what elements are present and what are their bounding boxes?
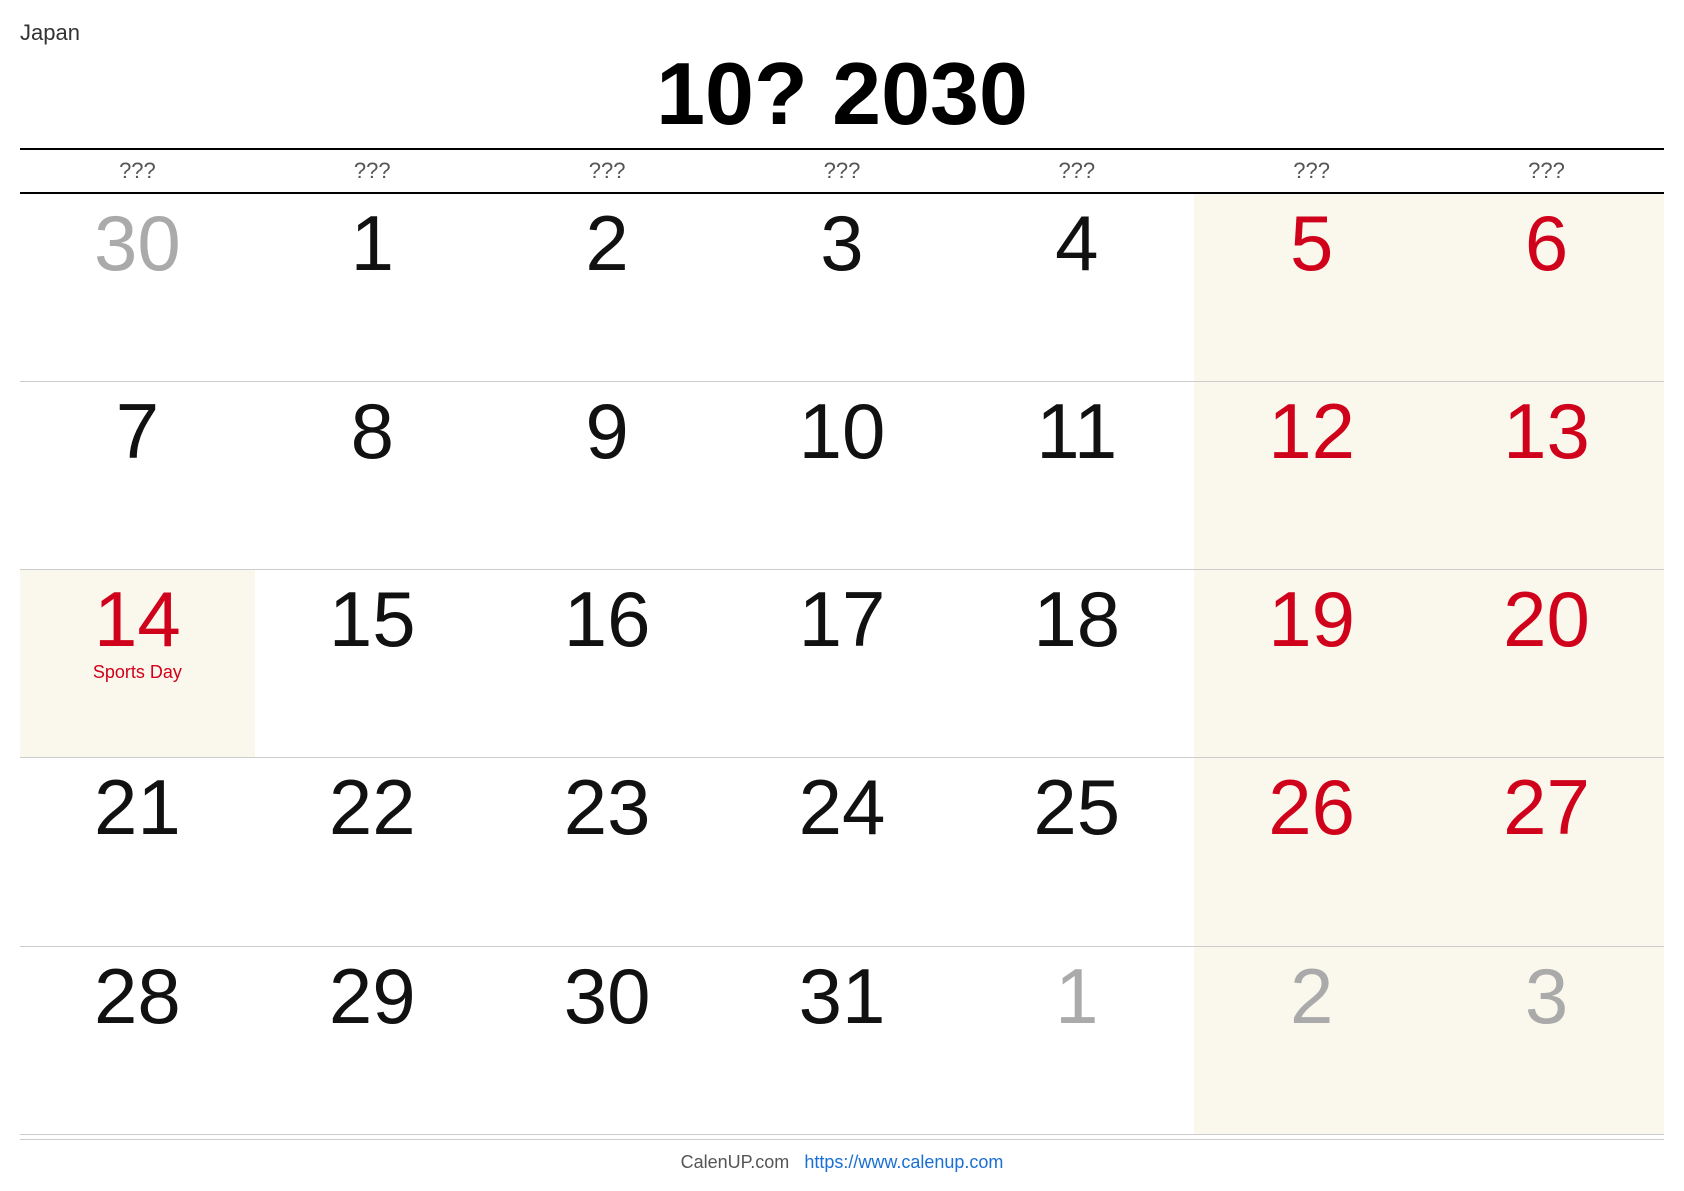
weekday-header-5: ??? xyxy=(1194,149,1429,193)
calendar-cell-w3-d4: 25 xyxy=(959,758,1194,946)
calendar-cell-w4-d5: 2 xyxy=(1194,946,1429,1134)
day-number: 23 xyxy=(495,768,720,846)
calendar-cell-w1-d4: 11 xyxy=(959,381,1194,569)
day-number: 5 xyxy=(1199,204,1424,282)
calendar-cell-w1-d1: 8 xyxy=(255,381,490,569)
day-number: 10 xyxy=(730,392,955,470)
day-number: 14 xyxy=(25,580,250,658)
day-number: 17 xyxy=(730,580,955,658)
day-number: 28 xyxy=(25,957,250,1035)
day-number: 2 xyxy=(1199,957,1424,1035)
site-url[interactable]: https://www.calenup.com xyxy=(804,1152,1003,1172)
day-number: 25 xyxy=(964,768,1189,846)
week-row-2: 14 Sports Day 151617181920 xyxy=(20,570,1664,758)
week-row-0: 30123456 xyxy=(20,193,1664,381)
calendar-cell-w0-d4: 4 xyxy=(959,193,1194,381)
calendar-cell-w0-d1: 1 xyxy=(255,193,490,381)
calendar-cell-w0-d5: 5 xyxy=(1194,193,1429,381)
calendar-page: Japan 10? 2030 ????????????????????? 301… xyxy=(0,0,1684,1191)
calendar-cell-w0-d6: 6 xyxy=(1429,193,1664,381)
calendar-body: 301234567891011121314Sports Day151617181… xyxy=(20,193,1664,1135)
weekday-header-0: ??? xyxy=(20,149,255,193)
day-number: 21 xyxy=(25,768,250,846)
day-number: 30 xyxy=(495,957,720,1035)
calendar-cell-w3-d1: 22 xyxy=(255,758,490,946)
calendar-cell-w1-d6: 13 xyxy=(1429,381,1664,569)
calendar-cell-w3-d2: 23 xyxy=(490,758,725,946)
day-number: 6 xyxy=(1434,204,1659,282)
calendar-cell-w4-d6: 3 xyxy=(1429,946,1664,1134)
calendar-cell-w4-d3: 31 xyxy=(725,946,960,1134)
calendar-cell-w4-d1: 29 xyxy=(255,946,490,1134)
day-number: 11 xyxy=(964,392,1189,470)
calendar-cell-w1-d5: 12 xyxy=(1194,381,1429,569)
day-number: 27 xyxy=(1434,768,1659,846)
calendar-cell-w2-d2: 16 xyxy=(490,570,725,758)
day-number: 3 xyxy=(1434,957,1659,1035)
country-label: Japan xyxy=(20,20,1664,46)
holiday-label: Sports Day xyxy=(25,662,250,683)
day-number: 16 xyxy=(495,580,720,658)
week-row-4: 28293031123 xyxy=(20,946,1664,1134)
month-title: 10? 2030 xyxy=(20,50,1664,138)
calendar-cell-w3-d0: 21 xyxy=(20,758,255,946)
calendar-table: ????????????????????? 301234567891011121… xyxy=(20,148,1664,1135)
calendar-cell-w3-d3: 24 xyxy=(725,758,960,946)
calendar-cell-w4-d2: 30 xyxy=(490,946,725,1134)
calendar-cell-w4-d0: 28 xyxy=(20,946,255,1134)
site-name: CalenUP.com xyxy=(681,1152,790,1172)
calendar-cell-w2-d0: 14 Sports Day xyxy=(20,570,255,758)
weekday-header-4: ??? xyxy=(959,149,1194,193)
calendar-cell-w4-d4: 1 xyxy=(959,946,1194,1134)
day-number: 2 xyxy=(495,204,720,282)
calendar-cell-w1-d0: 7 xyxy=(20,381,255,569)
weekday-header-row: ????????????????????? xyxy=(20,149,1664,193)
day-number: 12 xyxy=(1199,392,1424,470)
calendar-cell-w0-d3: 3 xyxy=(725,193,960,381)
day-number: 3 xyxy=(730,204,955,282)
day-number: 19 xyxy=(1199,580,1424,658)
day-number: 8 xyxy=(260,392,485,470)
day-number: 20 xyxy=(1434,580,1659,658)
calendar-cell-w2-d1: 15 xyxy=(255,570,490,758)
day-number: 7 xyxy=(25,392,250,470)
week-row-3: 21222324252627 xyxy=(20,758,1664,946)
calendar-cell-w1-d3: 10 xyxy=(725,381,960,569)
day-number: 31 xyxy=(730,957,955,1035)
day-number: 9 xyxy=(495,392,720,470)
day-number: 4 xyxy=(964,204,1189,282)
day-number: 18 xyxy=(964,580,1189,658)
day-number: 30 xyxy=(25,204,250,282)
calendar-cell-w3-d6: 27 xyxy=(1429,758,1664,946)
day-number: 15 xyxy=(260,580,485,658)
day-number: 26 xyxy=(1199,768,1424,846)
day-number: 1 xyxy=(260,204,485,282)
footer: CalenUP.com https://www.calenup.com xyxy=(20,1139,1664,1181)
day-number: 29 xyxy=(260,957,485,1035)
calendar-cell-w2-d4: 18 xyxy=(959,570,1194,758)
day-number: 24 xyxy=(730,768,955,846)
calendar-cell-w2-d3: 17 xyxy=(725,570,960,758)
day-number: 22 xyxy=(260,768,485,846)
week-row-1: 78910111213 xyxy=(20,381,1664,569)
calendar-cell-w0-d2: 2 xyxy=(490,193,725,381)
day-number: 13 xyxy=(1434,392,1659,470)
weekday-header-1: ??? xyxy=(255,149,490,193)
calendar-cell-w0-d0: 30 xyxy=(20,193,255,381)
weekday-header-3: ??? xyxy=(725,149,960,193)
weekday-header-2: ??? xyxy=(490,149,725,193)
weekday-header-6: ??? xyxy=(1429,149,1664,193)
calendar-cell-w1-d2: 9 xyxy=(490,381,725,569)
calendar-cell-w3-d5: 26 xyxy=(1194,758,1429,946)
day-number: 1 xyxy=(964,957,1189,1035)
calendar-cell-w2-d5: 19 xyxy=(1194,570,1429,758)
calendar-cell-w2-d6: 20 xyxy=(1429,570,1664,758)
